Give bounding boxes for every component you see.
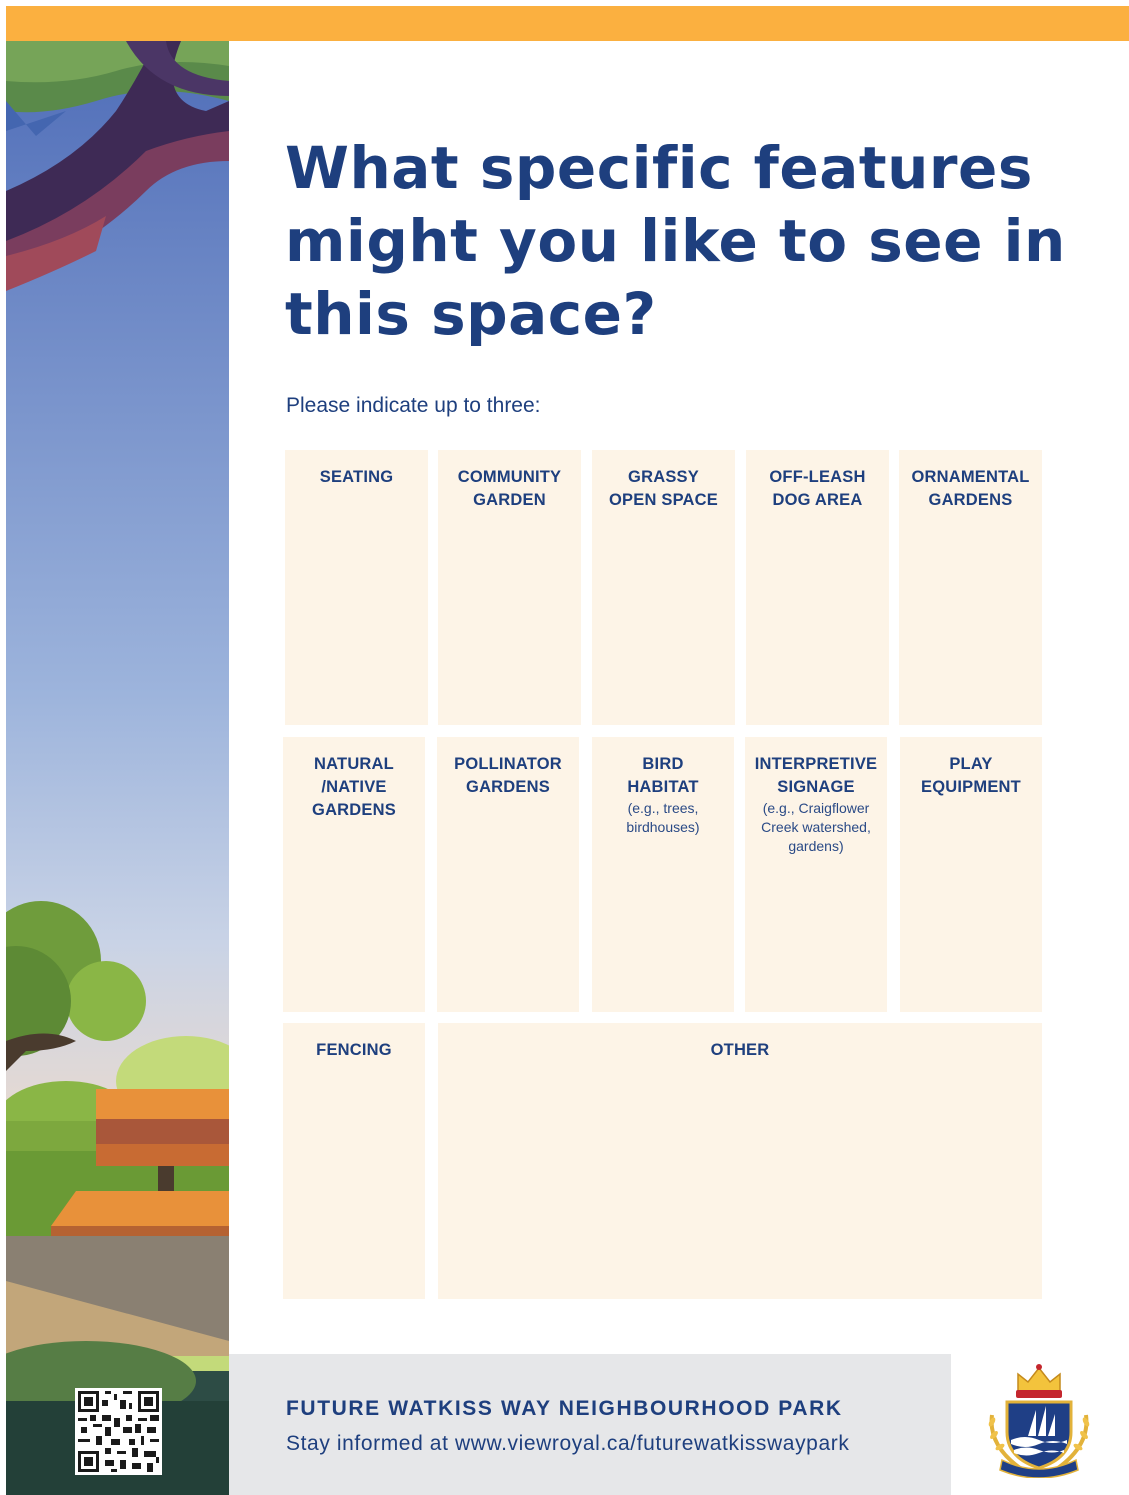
top-accent-bar (6, 6, 1129, 41)
option-title: BIRD HABITAT (627, 755, 699, 796)
option-title: NATURAL /NATIVE GARDENS (312, 755, 396, 819)
option-card-natural-native-gardens[interactable]: NATURAL /NATIVE GARDENS (283, 737, 425, 1012)
option-card-off-leash-dog-area[interactable]: OFF-LEASH DOG AREA (746, 450, 889, 725)
option-note: (e.g., trees, birdhouses) (626, 800, 700, 835)
footer-band (229, 1354, 951, 1495)
option-card-pollinator-gardens[interactable]: POLLINATOR GARDENS (437, 737, 579, 1012)
option-title: ORNAMENTAL GARDENS (911, 468, 1030, 509)
option-card-ornamental-gardens[interactable]: ORNAMENTAL GARDENS (899, 450, 1042, 725)
option-title: OFF-LEASH DOG AREA (769, 468, 866, 509)
view-royal-crest-logo (980, 1360, 1098, 1479)
option-title: PLAY EQUIPMENT (921, 755, 1021, 796)
option-card-interpretive-signage[interactable]: INTERPRETIVE SIGNAGE (e.g., Craigflower … (745, 737, 887, 1012)
option-card-fencing[interactable]: FENCING (283, 1023, 425, 1299)
option-title: COMMUNITY GARDEN (457, 468, 562, 509)
option-title: OTHER (710, 1041, 770, 1059)
page-title: What specific features might you like to… (285, 134, 1066, 348)
footer-website-text[interactable]: Stay informed at www.viewroyal.ca/future… (286, 1432, 849, 1456)
instruction-text: Please indicate up to three: (286, 394, 541, 417)
footer-title: FUTURE WATKISS WAY NEIGHBOURHOOD PARK (286, 1397, 843, 1420)
option-card-play-equipment[interactable]: PLAY EQUIPMENT (900, 737, 1042, 1012)
option-card-grassy-open-space[interactable]: GRASSY OPEN SPACE (592, 450, 735, 725)
option-title: GRASSY OPEN SPACE (609, 468, 718, 509)
option-card-community-garden[interactable]: COMMUNITY GARDEN (438, 450, 581, 725)
option-title: INTERPRETIVE SIGNAGE (754, 755, 878, 796)
option-title: SEATING (319, 468, 394, 486)
qr-code[interactable] (75, 1388, 162, 1475)
option-card-other[interactable]: OTHER (438, 1023, 1042, 1299)
option-title: POLLINATOR GARDENS (454, 755, 562, 796)
option-note: (e.g., Craigflower Creek watershed, gard… (761, 800, 871, 854)
option-title: FENCING (316, 1041, 392, 1059)
park-illustration (6, 41, 229, 1495)
option-card-seating[interactable]: SEATING (285, 450, 428, 725)
option-card-bird-habitat[interactable]: BIRD HABITAT (e.g., trees, birdhouses) (592, 737, 734, 1012)
